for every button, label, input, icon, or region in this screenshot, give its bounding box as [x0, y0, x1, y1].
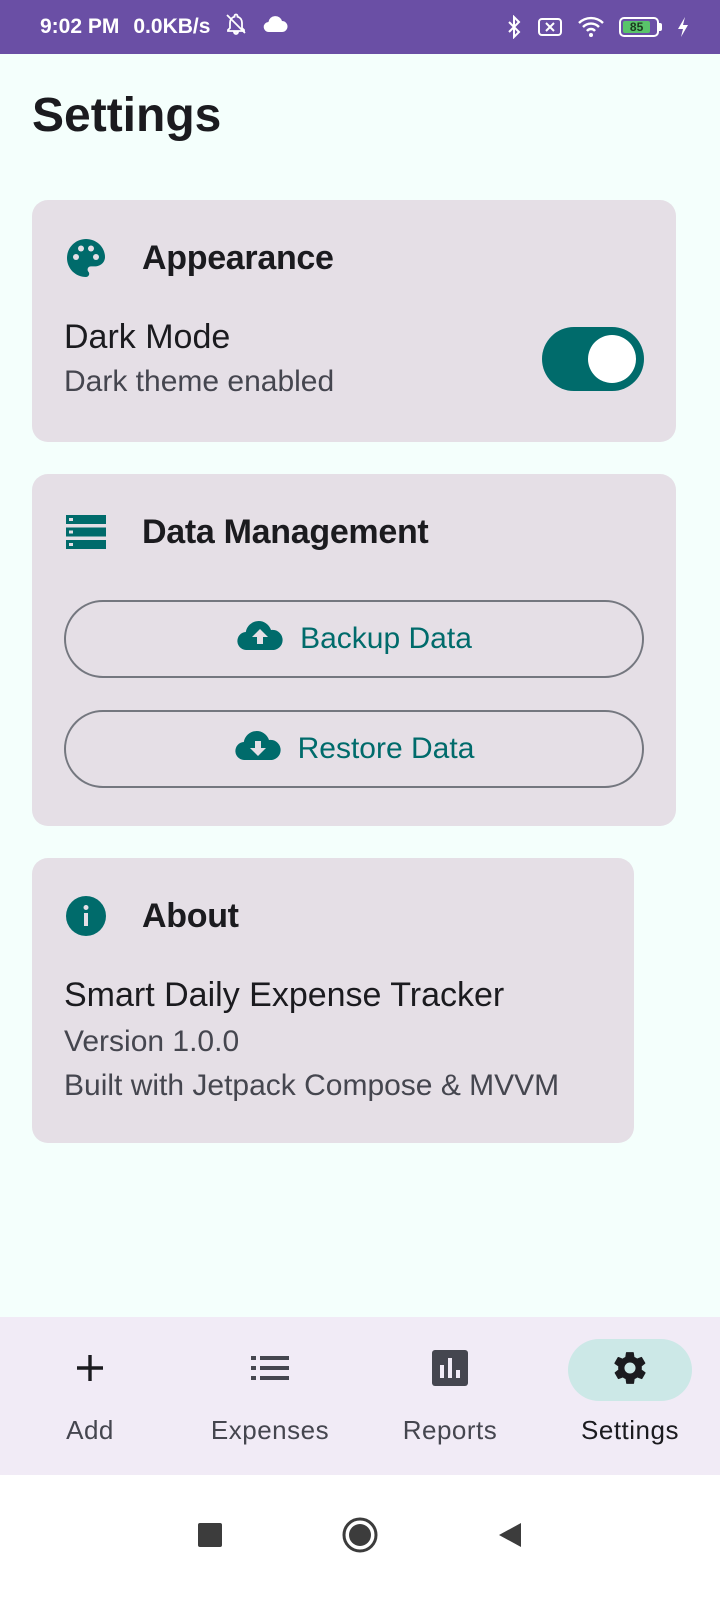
bottom-nav: Add Expenses Reports Settings [0, 1317, 720, 1475]
nav-label-settings: Settings [581, 1415, 679, 1445]
status-network-speed: 0.0KB/s [133, 15, 211, 38]
dark-mode-text: Dark Mode Dark theme enabled [64, 318, 334, 399]
list-icon [251, 1355, 289, 1386]
dark-mode-label: Dark Mode [64, 318, 231, 356]
wifi-icon [577, 16, 605, 38]
bar-chart-icon [432, 1349, 468, 1391]
page-title: Settings [32, 89, 222, 142]
back-triangle-icon [497, 1521, 523, 1554]
nav-icon-wrap-expenses [208, 1339, 332, 1401]
status-time: 9:02 PM [40, 15, 120, 38]
dark-mode-status: Dark theme enabled [64, 365, 335, 398]
add-icon [74, 1352, 106, 1389]
dark-mode-row: Dark Mode Dark theme enabled [64, 318, 644, 399]
about-version: Version 1.0.0 [64, 1025, 240, 1058]
circle-icon [341, 1516, 379, 1559]
info-icon [64, 894, 108, 938]
about-body: Smart Daily Expense Tracker Version 1.0.… [64, 976, 559, 1103]
appearance-header: Appearance [64, 236, 334, 280]
status-left: 9:02 PM 0.0KB/s [40, 12, 288, 42]
backup-data-label: Backup Data [300, 622, 472, 655]
appearance-title: Appearance [142, 238, 334, 277]
nav-icon-wrap-reports [388, 1339, 512, 1401]
battery-level: 85 [623, 21, 651, 33]
notifications-off-icon [224, 12, 248, 42]
charging-icon [676, 16, 690, 38]
storage-icon [64, 510, 108, 554]
nav-label-reports: Reports [402, 1415, 498, 1445]
restore-data-button[interactable]: Restore Data [64, 710, 644, 788]
appearance-card: Appearance Dark Mode Dark theme enabled [32, 200, 676, 442]
nav-item-reports[interactable]: Reports [360, 1317, 540, 1475]
backup-data-button[interactable]: Backup Data [64, 600, 644, 678]
sim-off-icon [537, 17, 563, 37]
nav-icon-wrap-add [28, 1339, 152, 1401]
data-management-card: Data Management Backup Data Restore Data [32, 474, 676, 826]
nav-item-expenses[interactable]: Expenses [180, 1317, 360, 1475]
data-management-title: Data Management [142, 512, 429, 551]
home-button[interactable] [340, 1516, 380, 1559]
nav-item-add[interactable]: Add [0, 1317, 180, 1475]
cloud-icon [262, 14, 288, 40]
nav-label-expenses: Expenses [210, 1415, 330, 1445]
system-nav-bar [0, 1475, 720, 1600]
nav-icon-wrap-settings [568, 1339, 692, 1401]
square-icon [197, 1522, 223, 1553]
nav-item-settings[interactable]: Settings [540, 1317, 720, 1475]
status-bar: 9:02 PM 0.0KB/s 85 [0, 0, 720, 54]
battery-tip [659, 23, 662, 31]
about-card: About Smart Daily Expense Tracker Versio… [32, 858, 634, 1143]
battery-body: 85 [619, 17, 659, 37]
bluetooth-icon [505, 15, 523, 39]
cloud-upload-icon [236, 618, 284, 660]
toggle-knob [588, 334, 636, 383]
about-built-with: Built with Jetpack Compose & MVVM [64, 1069, 560, 1102]
status-right: 85 [505, 15, 690, 39]
about-header: About [64, 894, 239, 938]
battery-icon: 85 [619, 17, 662, 37]
back-button[interactable] [490, 1518, 530, 1558]
palette-icon [64, 236, 108, 280]
nav-label-add: Add [66, 1415, 114, 1445]
about-app-name: Smart Daily Expense Tracker [64, 976, 505, 1014]
gear-icon [611, 1349, 649, 1392]
dark-mode-toggle[interactable] [542, 326, 644, 391]
restore-data-label: Restore Data [297, 732, 475, 765]
about-title: About [142, 896, 239, 935]
recents-button[interactable] [190, 1518, 230, 1558]
cloud-download-icon [234, 728, 282, 770]
data-management-header: Data Management [64, 510, 429, 554]
